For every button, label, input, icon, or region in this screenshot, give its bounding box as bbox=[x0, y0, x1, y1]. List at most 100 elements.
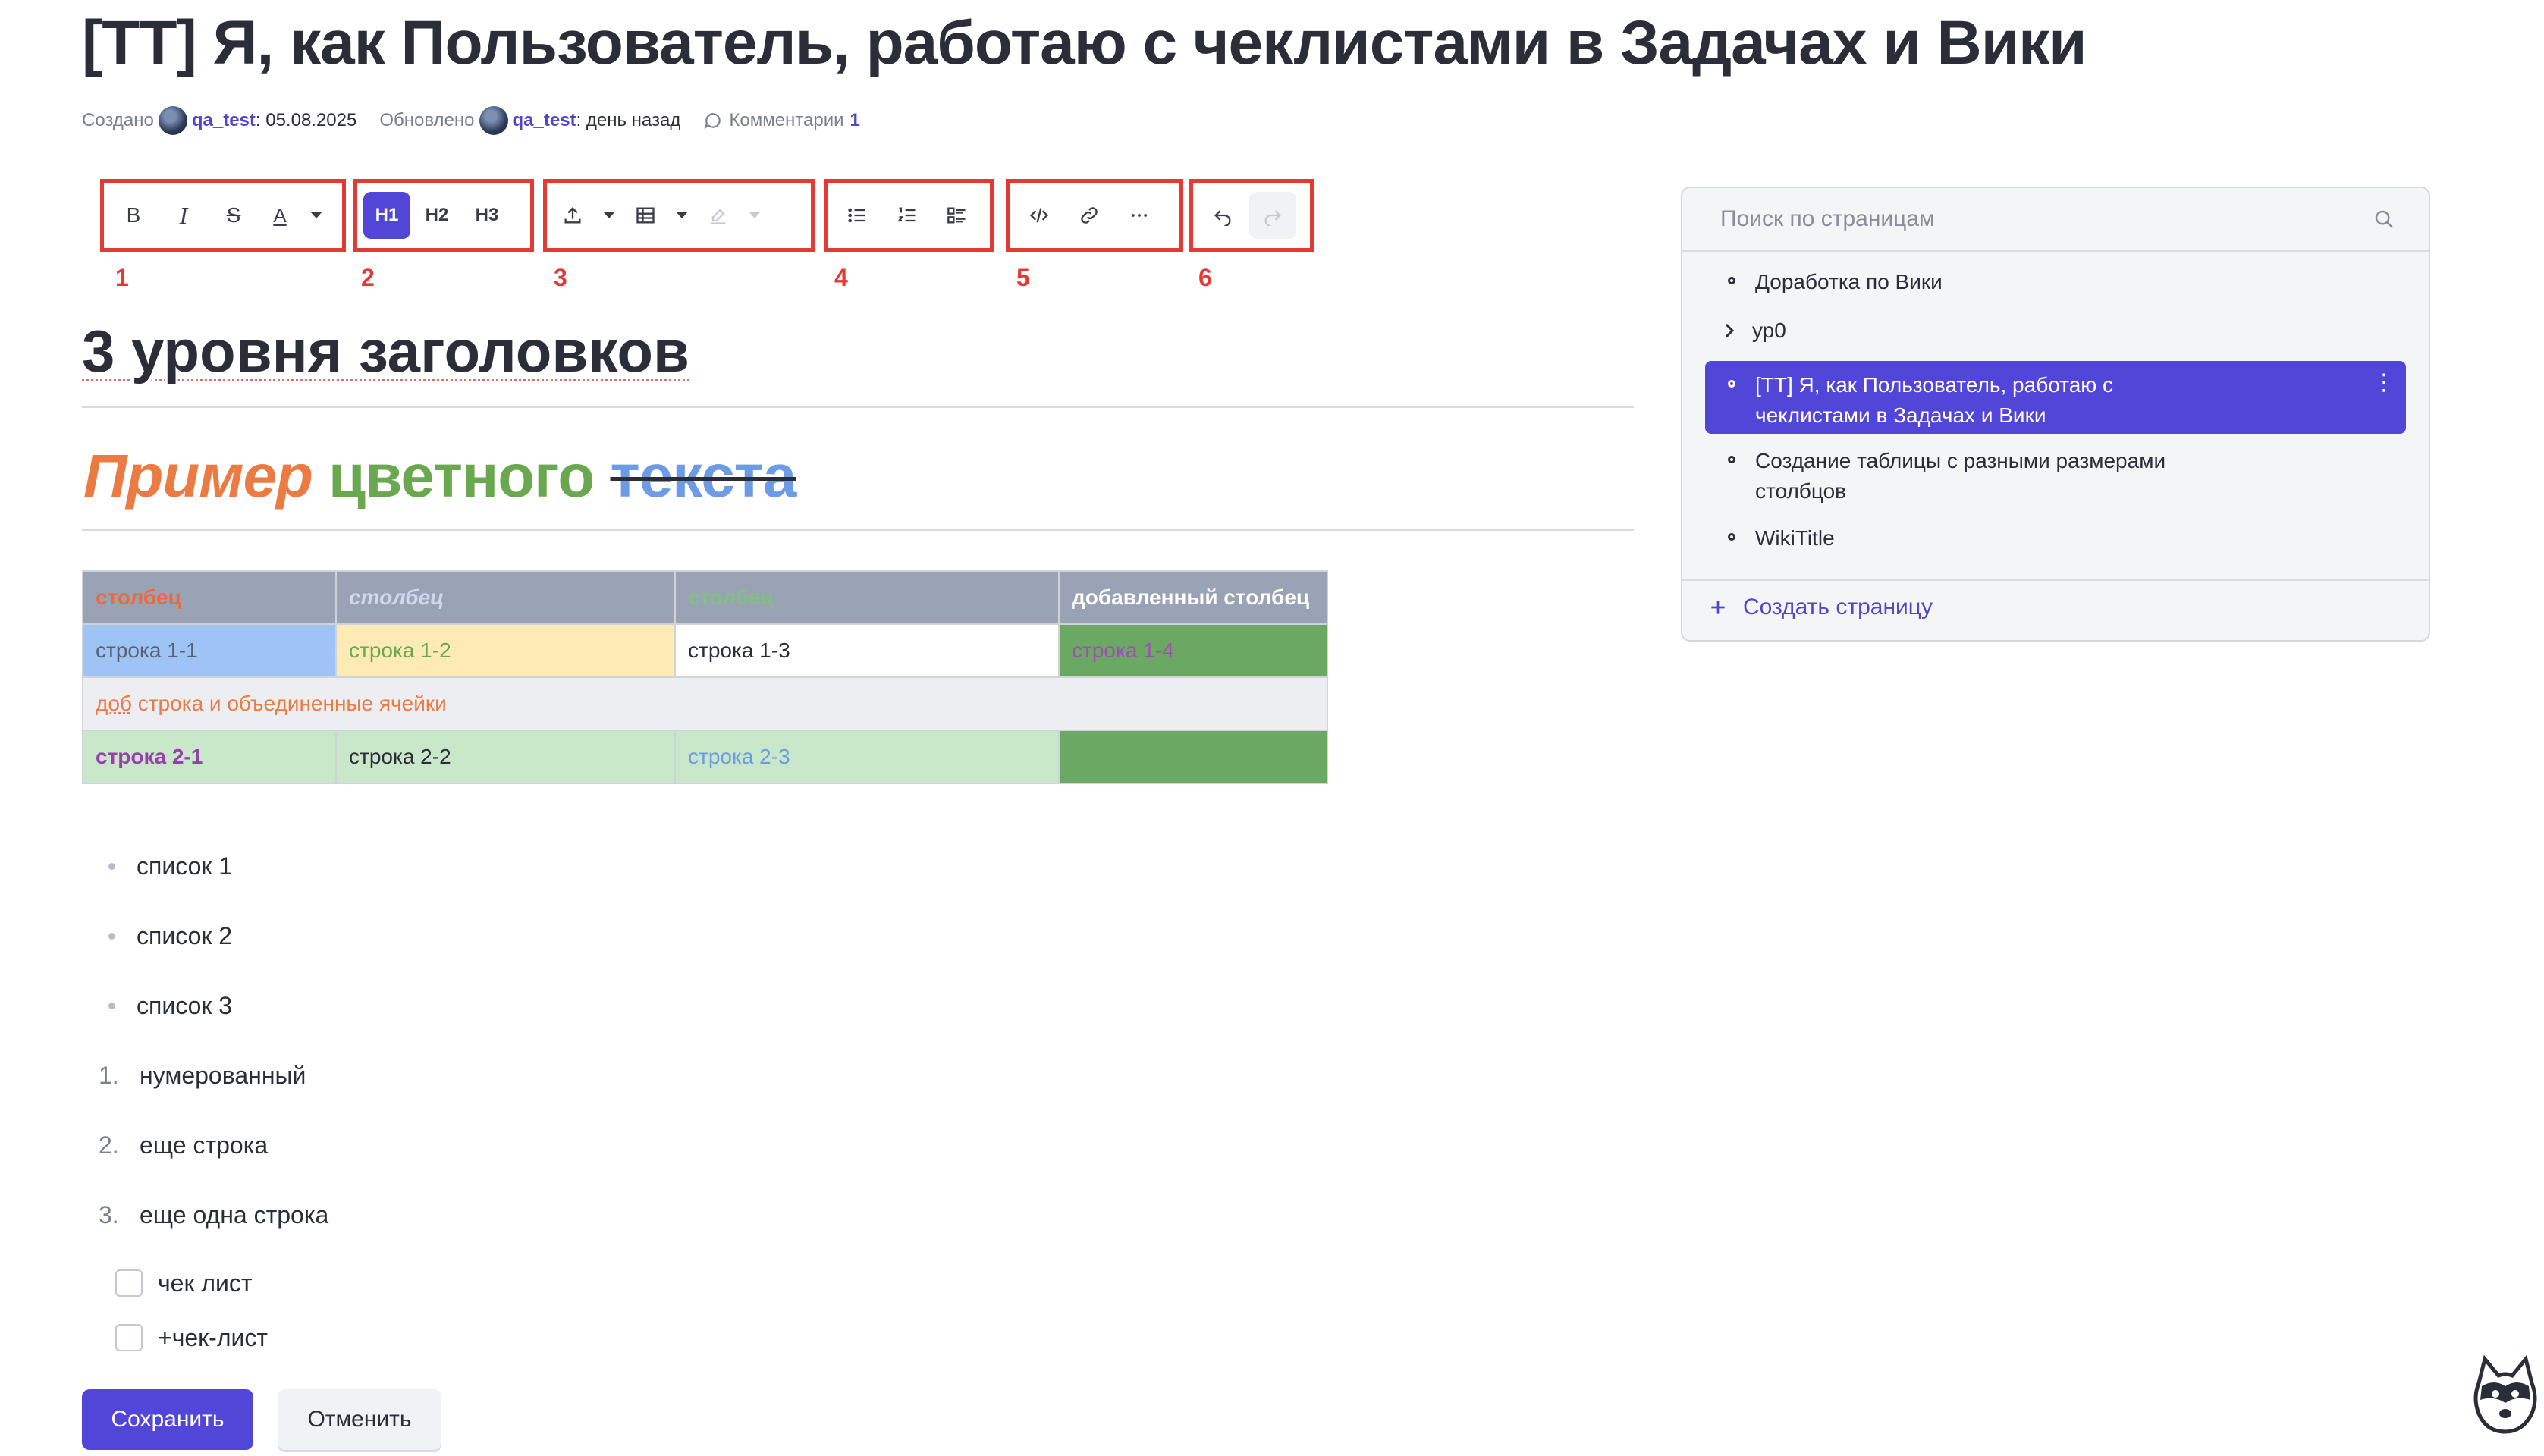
code-button[interactable] bbox=[1016, 192, 1063, 239]
sidebar-item-page[interactable]: WikiTitle bbox=[1705, 523, 2406, 554]
table-dropdown[interactable] bbox=[668, 192, 696, 239]
checklist-item-text[interactable]: +чек-лист bbox=[158, 1324, 268, 1352]
table-cell[interactable]: строка 1-2 bbox=[335, 623, 676, 678]
table-cell[interactable] bbox=[1058, 730, 1328, 784]
table-merged-cell[interactable]: доб строка и объединенные ячейки bbox=[82, 676, 1328, 731]
list-item[interactable]: список 2 bbox=[99, 901, 232, 971]
checklist-item: чек лист bbox=[115, 1256, 268, 1310]
link-button[interactable] bbox=[1066, 192, 1113, 239]
toolbar-group-insert-misc bbox=[1006, 179, 1183, 252]
list-item[interactable]: 1. нумерованный bbox=[99, 1040, 328, 1110]
numbered-list-button[interactable] bbox=[884, 192, 931, 239]
sidebar-item-current[interactable]: [ТТ] Я, как Пользователь, работаю с чекл… bbox=[1705, 361, 2406, 434]
save-button[interactable]: Сохранить bbox=[82, 1389, 253, 1450]
checkbox[interactable] bbox=[115, 1269, 143, 1297]
table-cell[interactable]: строка 1-3 bbox=[674, 623, 1060, 678]
comments-count[interactable]: 1 bbox=[850, 110, 860, 131]
list-item-text: список 1 bbox=[137, 852, 233, 880]
create-page-button[interactable]: Создать страницу bbox=[1708, 595, 1933, 620]
highlight-button[interactable] bbox=[699, 192, 738, 239]
comment-icon[interactable] bbox=[703, 111, 723, 130]
heading-3-button[interactable]: H3 bbox=[463, 192, 510, 239]
link-icon bbox=[1081, 207, 1098, 224]
search-icon[interactable] bbox=[2373, 208, 2395, 231]
more-vertical-icon[interactable]: ⋮ bbox=[2373, 372, 2395, 394]
toolbar-group-insert bbox=[543, 179, 815, 252]
chevron-down-icon bbox=[310, 212, 322, 218]
divider bbox=[82, 406, 1634, 408]
list-item-text: список 2 bbox=[137, 921, 233, 949]
merged-cell-prefix: доб bbox=[96, 692, 132, 715]
annotation-number: 2 bbox=[361, 264, 375, 291]
table-cell[interactable]: строка 1-4 bbox=[1058, 623, 1328, 678]
page-title: [ТТ] Я, как Пользователь, работаю с чекл… bbox=[82, 8, 2087, 77]
list-item-text: еще строка bbox=[140, 1131, 269, 1159]
created-user-link[interactable]: qa_test bbox=[192, 110, 256, 131]
strikethrough-icon: S bbox=[226, 203, 241, 227]
italic-button[interactable]: I bbox=[160, 192, 207, 239]
pages-sidebar: Поиск по страницам Доработка по Вики ур0… bbox=[1681, 187, 2430, 642]
plus-icon bbox=[1711, 601, 1725, 614]
more-button[interactable] bbox=[1116, 192, 1163, 239]
annotation-number: 4 bbox=[834, 264, 848, 291]
avatar[interactable] bbox=[158, 106, 187, 135]
redo-button[interactable] bbox=[1249, 192, 1296, 239]
table-cell[interactable]: столбец bbox=[335, 570, 676, 625]
updated-user-link[interactable]: qa_test bbox=[513, 110, 576, 131]
undo-button[interactable] bbox=[1199, 192, 1246, 239]
list-item-text: еще одна строка bbox=[140, 1200, 329, 1228]
mascot-logo-icon[interactable] bbox=[2471, 1353, 2539, 1436]
table-cell[interactable]: добавленный столбец bbox=[1058, 570, 1328, 625]
list-item[interactable]: список 1 bbox=[99, 831, 232, 901]
heading-1-button[interactable]: H1 bbox=[363, 192, 410, 239]
checklist-button[interactable] bbox=[934, 192, 981, 239]
redo-icon bbox=[1264, 210, 1281, 226]
bullet-list-button[interactable] bbox=[834, 192, 881, 239]
highlight-dropdown[interactable] bbox=[741, 192, 768, 239]
colored-word: текста bbox=[610, 442, 797, 510]
text-color-button[interactable]: A bbox=[260, 192, 300, 239]
table-cell[interactable]: строка 2-3 bbox=[674, 730, 1060, 784]
divider bbox=[1682, 579, 2429, 581]
highlight-icon bbox=[711, 209, 726, 224]
table-cell[interactable]: столбец bbox=[82, 570, 337, 625]
upload-dropdown[interactable] bbox=[595, 192, 623, 239]
sidebar-item-page[interactable]: Создание таблицы с разными размерами сто… bbox=[1705, 446, 2406, 507]
avatar[interactable] bbox=[479, 106, 508, 135]
table-icon bbox=[636, 207, 655, 224]
comments-link[interactable]: Комментарии bbox=[729, 110, 843, 131]
sidebar-item-folder[interactable]: ур0 bbox=[1705, 315, 2406, 346]
strikethrough-button[interactable]: S bbox=[210, 192, 257, 239]
list-item-text: нумерованный bbox=[140, 1061, 306, 1089]
colored-text-line[interactable]: Пример цветного текста bbox=[83, 441, 796, 511]
checklist-item-text[interactable]: чек лист bbox=[158, 1269, 253, 1298]
upload-button[interactable] bbox=[553, 192, 592, 239]
table-button[interactable] bbox=[626, 192, 665, 239]
chevron-right-icon[interactable] bbox=[1722, 315, 1737, 346]
cancel-button[interactable]: Отменить bbox=[278, 1389, 441, 1450]
heading-2-button[interactable]: H2 bbox=[413, 192, 460, 239]
bold-button[interactable]: B bbox=[110, 192, 157, 239]
colored-word: цветного bbox=[328, 442, 595, 510]
sidebar-item-page[interactable]: Доработка по Вики bbox=[1705, 267, 2406, 297]
page-search[interactable]: Поиск по страницам bbox=[1682, 188, 2429, 252]
table-cell[interactable]: строка 1-1 bbox=[82, 623, 337, 678]
table-row: строка 2-1 строка 2-2 строка 2-3 bbox=[82, 730, 1328, 784]
table-cell[interactable]: строка 2-2 bbox=[335, 730, 676, 784]
annotation-number: 1 bbox=[115, 264, 129, 291]
italic-icon: I bbox=[179, 201, 188, 229]
text-color-dropdown[interactable] bbox=[303, 192, 330, 239]
checklist-icon bbox=[947, 207, 966, 224]
search-input[interactable]: Поиск по страницам bbox=[1720, 206, 1935, 232]
list-item[interactable]: 2. еще строка bbox=[99, 1110, 328, 1180]
chevron-down-icon bbox=[603, 212, 615, 218]
table-header-row: столбец столбец столбец добавленный стол… bbox=[82, 570, 1328, 625]
checkbox[interactable] bbox=[115, 1324, 143, 1351]
list-item[interactable]: 3. еще одна строка bbox=[99, 1180, 328, 1250]
checklist-item: +чек-лист bbox=[115, 1310, 268, 1365]
content-heading[interactable]: 3 уровня заголовков bbox=[82, 317, 689, 386]
table-cell[interactable]: столбец bbox=[674, 570, 1060, 625]
table-cell[interactable]: строка 2-1 bbox=[82, 730, 337, 784]
list-item[interactable]: список 3 bbox=[99, 971, 232, 1040]
chevron-down-icon bbox=[676, 212, 688, 218]
